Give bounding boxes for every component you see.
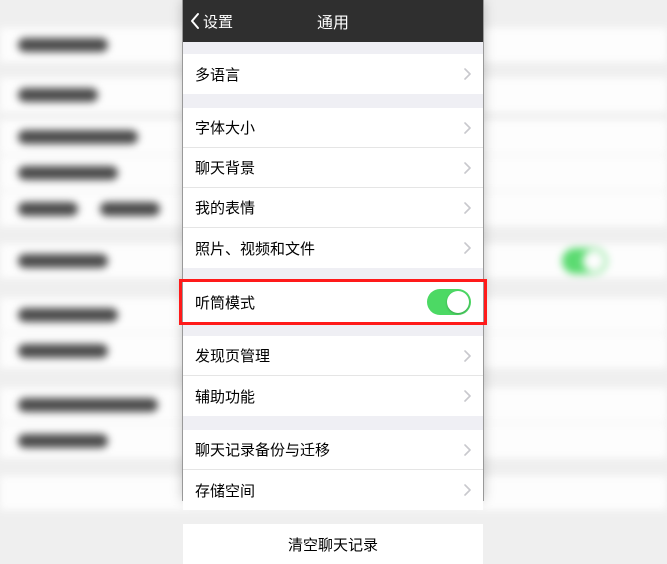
cell-label: 聊天背景 xyxy=(195,157,463,178)
cell-label: 我的表情 xyxy=(195,197,463,218)
settings-cell[interactable]: 发现页管理 xyxy=(183,336,483,376)
chevron-right-icon xyxy=(463,122,471,134)
back-button[interactable]: 设置 xyxy=(183,11,233,32)
phone-settings-panel: 设置 通用 多语言字体大小聊天背景我的表情照片、视频和文件听筒模式发现页管理辅助… xyxy=(183,0,483,500)
settings-cell[interactable]: 聊天背景 xyxy=(183,148,483,188)
settings-cell[interactable]: 字体大小 xyxy=(183,108,483,148)
settings-cell[interactable]: 我的表情 xyxy=(183,188,483,228)
settings-group: 聊天记录备份与迁移存储空间 xyxy=(183,430,483,510)
back-label: 设置 xyxy=(203,11,233,32)
cell-label: 字体大小 xyxy=(195,117,463,138)
settings-cell[interactable]: 聊天记录备份与迁移 xyxy=(183,430,483,470)
settings-group: 听筒模式 xyxy=(183,282,483,322)
chevron-left-icon xyxy=(189,12,201,30)
chevron-right-icon xyxy=(463,444,471,456)
settings-cell[interactable]: 听筒模式 xyxy=(183,282,483,322)
settings-cell[interactable]: 多语言 xyxy=(183,54,483,94)
cell-label: 发现页管理 xyxy=(195,345,463,366)
chevron-right-icon xyxy=(463,202,471,214)
settings-cell[interactable]: 辅助功能 xyxy=(183,376,483,416)
cell-label: 听筒模式 xyxy=(195,292,427,313)
cell-label: 聊天记录备份与迁移 xyxy=(195,439,463,460)
chevron-right-icon xyxy=(463,484,471,496)
cell-label: 照片、视频和文件 xyxy=(195,238,463,259)
settings-group: 字体大小聊天背景我的表情照片、视频和文件 xyxy=(183,108,483,268)
chevron-right-icon xyxy=(463,68,471,80)
settings-cell[interactable]: 照片、视频和文件 xyxy=(183,228,483,268)
chevron-right-icon xyxy=(463,242,471,254)
chevron-right-icon xyxy=(463,390,471,402)
settings-list: 多语言字体大小聊天背景我的表情照片、视频和文件听筒模式发现页管理辅助功能聊天记录… xyxy=(183,54,483,564)
cell-label: 多语言 xyxy=(195,64,463,85)
cell-label: 存储空间 xyxy=(195,480,463,501)
toggle-switch[interactable] xyxy=(427,289,471,315)
settings-group: 多语言 xyxy=(183,54,483,94)
chevron-right-icon xyxy=(463,350,471,362)
chevron-right-icon xyxy=(463,162,471,174)
clear-chat-button[interactable]: 清空聊天记录 xyxy=(183,524,483,564)
nav-bar: 设置 通用 xyxy=(183,0,483,42)
settings-cell[interactable]: 存储空间 xyxy=(183,470,483,510)
settings-group: 发现页管理辅助功能 xyxy=(183,336,483,416)
cell-label: 辅助功能 xyxy=(195,386,463,407)
